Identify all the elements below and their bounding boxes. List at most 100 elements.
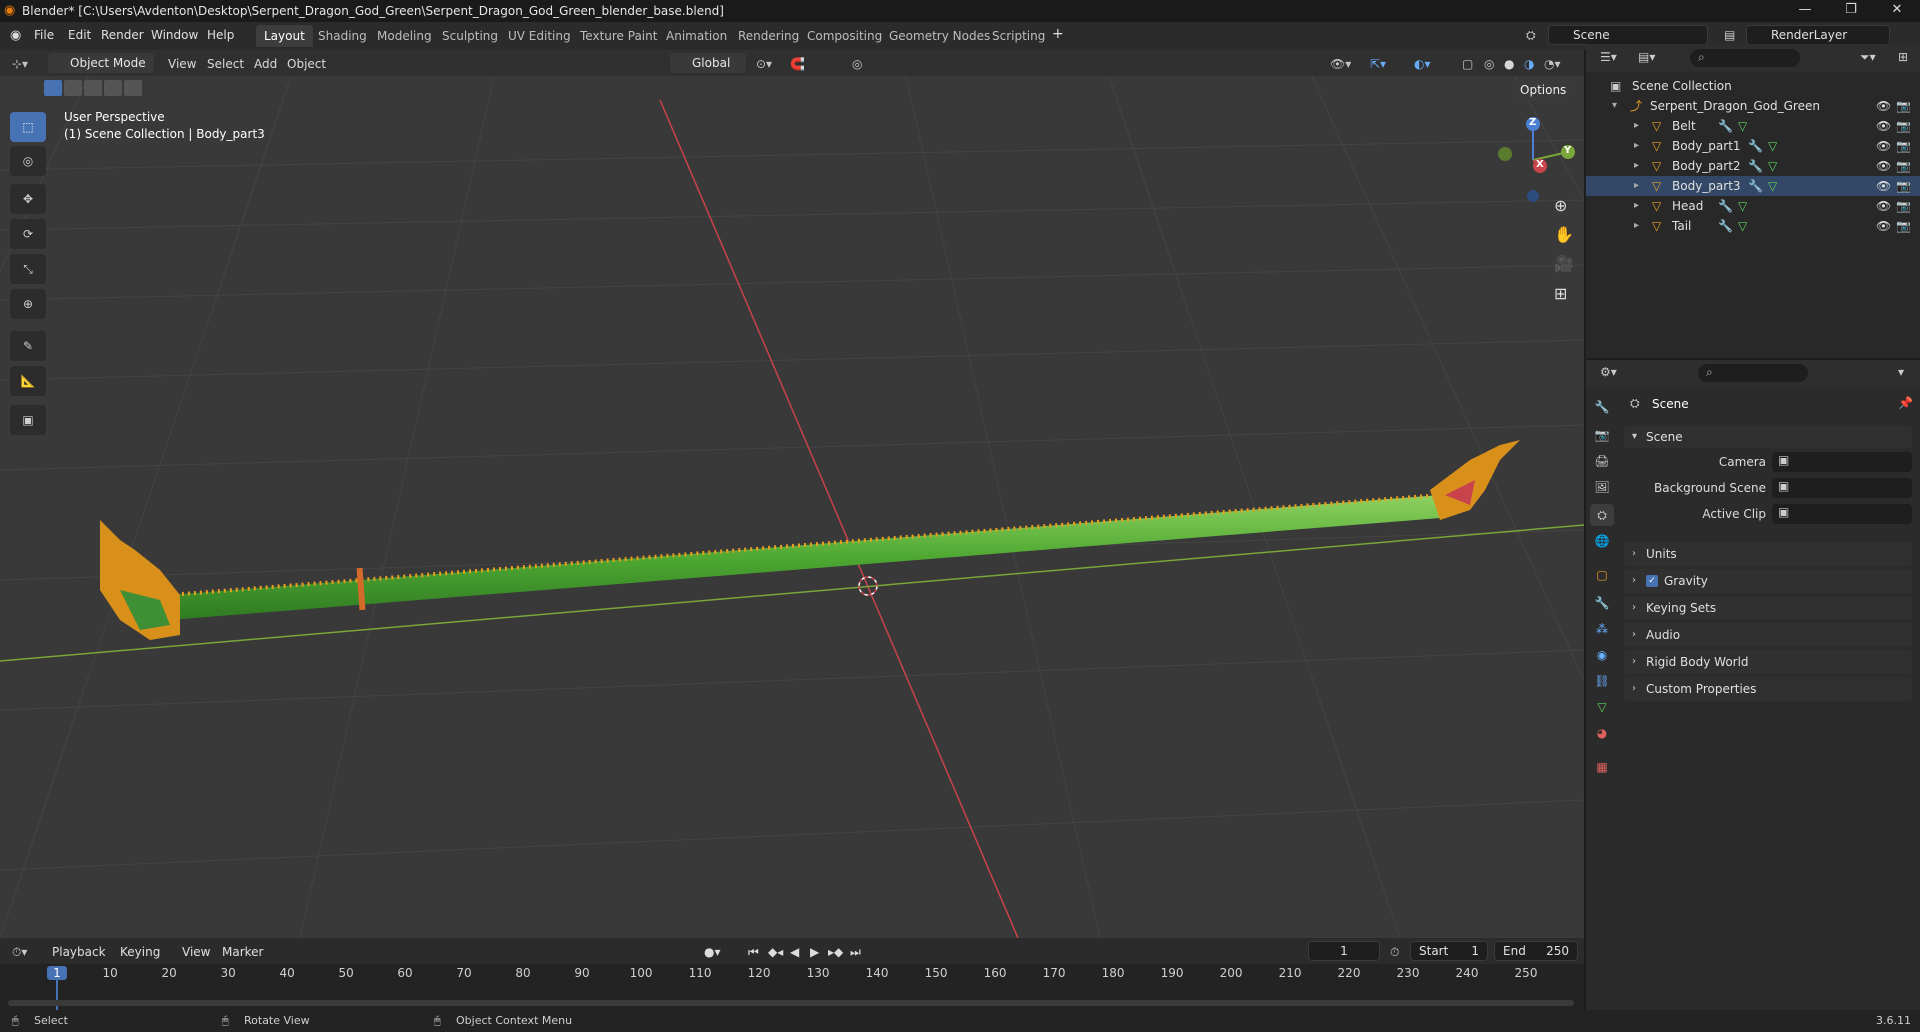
- tab-modeling[interactable]: Modeling: [369, 25, 440, 47]
- select-box-tool[interactable]: ⬚: [10, 112, 46, 142]
- outliner-editor-icon[interactable]: ☰▾: [1600, 50, 1617, 64]
- scene-tab-icon[interactable]: ⛭: [1590, 504, 1614, 526]
- render-camera-icon[interactable]: 📷: [1896, 176, 1911, 196]
- expand-chevron-icon[interactable]: ▸: [1634, 116, 1639, 136]
- current-frame-field[interactable]: 1: [1308, 941, 1380, 961]
- select-new-icon[interactable]: [44, 80, 62, 96]
- tab-shading[interactable]: Shading: [310, 25, 375, 47]
- overlays-icon[interactable]: ◐▾: [1414, 54, 1431, 74]
- tab-texture-paint[interactable]: Texture Paint: [572, 25, 665, 47]
- view-layer-tab-icon[interactable]: 🖼: [1590, 476, 1614, 498]
- outliner-row-scene-collection[interactable]: ▣ Scene Collection: [1586, 76, 1920, 96]
- filter-icon[interactable]: ⏷▾: [1860, 50, 1876, 65]
- material-tab-icon[interactable]: ◕: [1590, 722, 1614, 744]
- world-tab-icon[interactable]: 🌐: [1590, 530, 1614, 552]
- tab-layout[interactable]: Layout: [256, 25, 313, 47]
- property-value-field[interactable]: ▣: [1772, 452, 1912, 472]
- expand-chevron-icon[interactable]: ▸: [1634, 176, 1639, 196]
- tab-compositing[interactable]: Compositing: [799, 25, 890, 47]
- mesh-data-icon[interactable]: ▽: [1768, 156, 1777, 176]
- new-collection-icon[interactable]: ⊞: [1898, 50, 1908, 64]
- scene-field[interactable]: Scene: [1548, 25, 1708, 45]
- physics-tab-icon[interactable]: ◉: [1590, 644, 1614, 666]
- stopwatch-icon[interactable]: ⏱: [1390, 942, 1399, 962]
- renderlayer-field[interactable]: RenderLayer: [1746, 25, 1890, 45]
- render-camera-icon[interactable]: 📷: [1896, 196, 1911, 216]
- outliner-row-object[interactable]: ▸ ▽ Tail 🔧 ▽ 👁 📷: [1586, 216, 1920, 236]
- move-tool[interactable]: ✥: [10, 184, 46, 214]
- panel-header[interactable]: › Audio: [1624, 623, 1912, 647]
- mode-dropdown[interactable]: Object Mode: [48, 53, 154, 73]
- properties-search-input[interactable]: ⌕: [1698, 364, 1808, 382]
- mesh-data-icon[interactable]: ▽: [1768, 136, 1777, 156]
- modifier-wrench-icon[interactable]: 🔧: [1748, 136, 1763, 156]
- visibility-icon[interactable]: 👁▾: [1330, 54, 1351, 74]
- view-layer-icon[interactable]: ▤: [1724, 28, 1735, 42]
- tab-sculpting[interactable]: Sculpting: [434, 25, 506, 47]
- ortho-grid-icon[interactable]: ⊞: [1554, 284, 1567, 303]
- viewport-menu-add[interactable]: Add: [254, 54, 277, 74]
- menu-help[interactable]: Help: [207, 28, 234, 42]
- modifier-wrench-icon[interactable]: 🔧: [1718, 196, 1733, 216]
- rotate-tool[interactable]: ⟳: [10, 219, 46, 249]
- editor-type-icon[interactable]: ⊹▾: [12, 54, 28, 74]
- select-intersect-icon[interactable]: [124, 80, 142, 96]
- visibility-eye-icon[interactable]: 👁: [1876, 196, 1891, 216]
- menu-render[interactable]: Render: [101, 28, 144, 42]
- outliner-row-object[interactable]: ▸ ▽ Body_part1 🔧 ▽ 👁 📷: [1586, 136, 1920, 156]
- timeline-menu-keying[interactable]: Keying: [120, 942, 160, 962]
- visibility-eye-icon[interactable]: 👁: [1876, 216, 1891, 236]
- start-frame-field[interactable]: Start 1: [1410, 941, 1488, 961]
- constraints-tab-icon[interactable]: ⛓: [1590, 670, 1614, 692]
- 3d-viewport[interactable]: User Perspective (1) Scene Collection | …: [0, 50, 1584, 938]
- scene-selector-icon[interactable]: ⛭: [1526, 28, 1536, 43]
- modifier-tab-icon[interactable]: 🔧: [1590, 592, 1614, 614]
- jump-start-icon[interactable]: ⏮: [748, 942, 759, 962]
- viewport-menu-object[interactable]: Object: [287, 54, 326, 74]
- outliner-row-object[interactable]: ▸ ▽ Body_part3 🔧 ▽ 👁 📷: [1586, 176, 1920, 196]
- orientation-dropdown[interactable]: Global: [670, 53, 746, 73]
- properties-editor-icon[interactable]: ⚙▾: [1600, 365, 1617, 379]
- select-invert-icon[interactable]: [104, 80, 122, 96]
- visibility-eye-icon[interactable]: 👁: [1876, 116, 1891, 136]
- shading-rendered-icon[interactable]: ◔▾: [1544, 54, 1561, 74]
- expand-chevron-icon[interactable]: ▾: [1612, 96, 1617, 116]
- modifier-wrench-icon[interactable]: 🔧: [1748, 176, 1763, 196]
- pivot-icon[interactable]: ⊙▾: [756, 54, 772, 74]
- options-dropdown[interactable]: Options: [1514, 80, 1573, 100]
- timeline-menu-marker[interactable]: Marker: [222, 942, 263, 962]
- particles-tab-icon[interactable]: ⁂: [1590, 618, 1614, 640]
- texture-tab-icon[interactable]: ▦: [1590, 756, 1614, 778]
- viewport-menu-select[interactable]: Select: [207, 54, 244, 74]
- expand-chevron-icon[interactable]: ▸: [1634, 216, 1639, 236]
- render-camera-icon[interactable]: 📷: [1896, 136, 1911, 156]
- mesh-data-icon[interactable]: ▽: [1768, 176, 1777, 196]
- shading-wireframe-icon[interactable]: ◎: [1484, 54, 1494, 74]
- play-icon[interactable]: ▶: [810, 942, 819, 962]
- proportional-edit-icon[interactable]: ◎: [852, 54, 862, 74]
- tab-geometry-nodes[interactable]: Geometry Nodes: [881, 25, 998, 47]
- mesh-data-icon[interactable]: ▽: [1738, 216, 1747, 236]
- jump-end-icon[interactable]: ⏭: [850, 942, 861, 962]
- close-icon[interactable]: ✕: [1874, 0, 1920, 22]
- end-frame-field[interactable]: End 250: [1494, 941, 1578, 961]
- visibility-eye-icon[interactable]: 👁: [1876, 96, 1891, 116]
- menu-window[interactable]: Window: [151, 28, 198, 42]
- modifier-wrench-icon[interactable]: 🔧: [1718, 116, 1733, 136]
- render-camera-icon[interactable]: 📷: [1896, 156, 1911, 176]
- expand-chevron-icon[interactable]: ▸: [1634, 136, 1639, 156]
- render-camera-icon[interactable]: 📷: [1896, 116, 1911, 136]
- outliner-row-object[interactable]: ▸ ▽ Head 🔧 ▽ 👁 📷: [1586, 196, 1920, 216]
- panel-scene-header[interactable]: ▾ Scene: [1624, 426, 1912, 448]
- hand-pan-icon[interactable]: ✋: [1554, 225, 1574, 244]
- annotate-tool[interactable]: ✎: [10, 331, 46, 361]
- shading-solid-icon[interactable]: ●: [1504, 54, 1514, 74]
- transform-tool[interactable]: ⊕: [10, 289, 46, 319]
- camera-view-icon[interactable]: 🎥: [1554, 254, 1574, 273]
- visibility-eye-icon[interactable]: 👁: [1876, 176, 1891, 196]
- collapse-icon[interactable]: ▾: [1898, 365, 1904, 379]
- zoom-icon[interactable]: ⊕: [1554, 196, 1567, 215]
- timeline-editor-icon[interactable]: ⏱▾: [12, 942, 27, 962]
- expand-chevron-icon[interactable]: ▸: [1634, 156, 1639, 176]
- outliner-row-collection[interactable]: ▾ ⤴ Serpent_Dragon_God_Green 👁 📷: [1586, 96, 1920, 116]
